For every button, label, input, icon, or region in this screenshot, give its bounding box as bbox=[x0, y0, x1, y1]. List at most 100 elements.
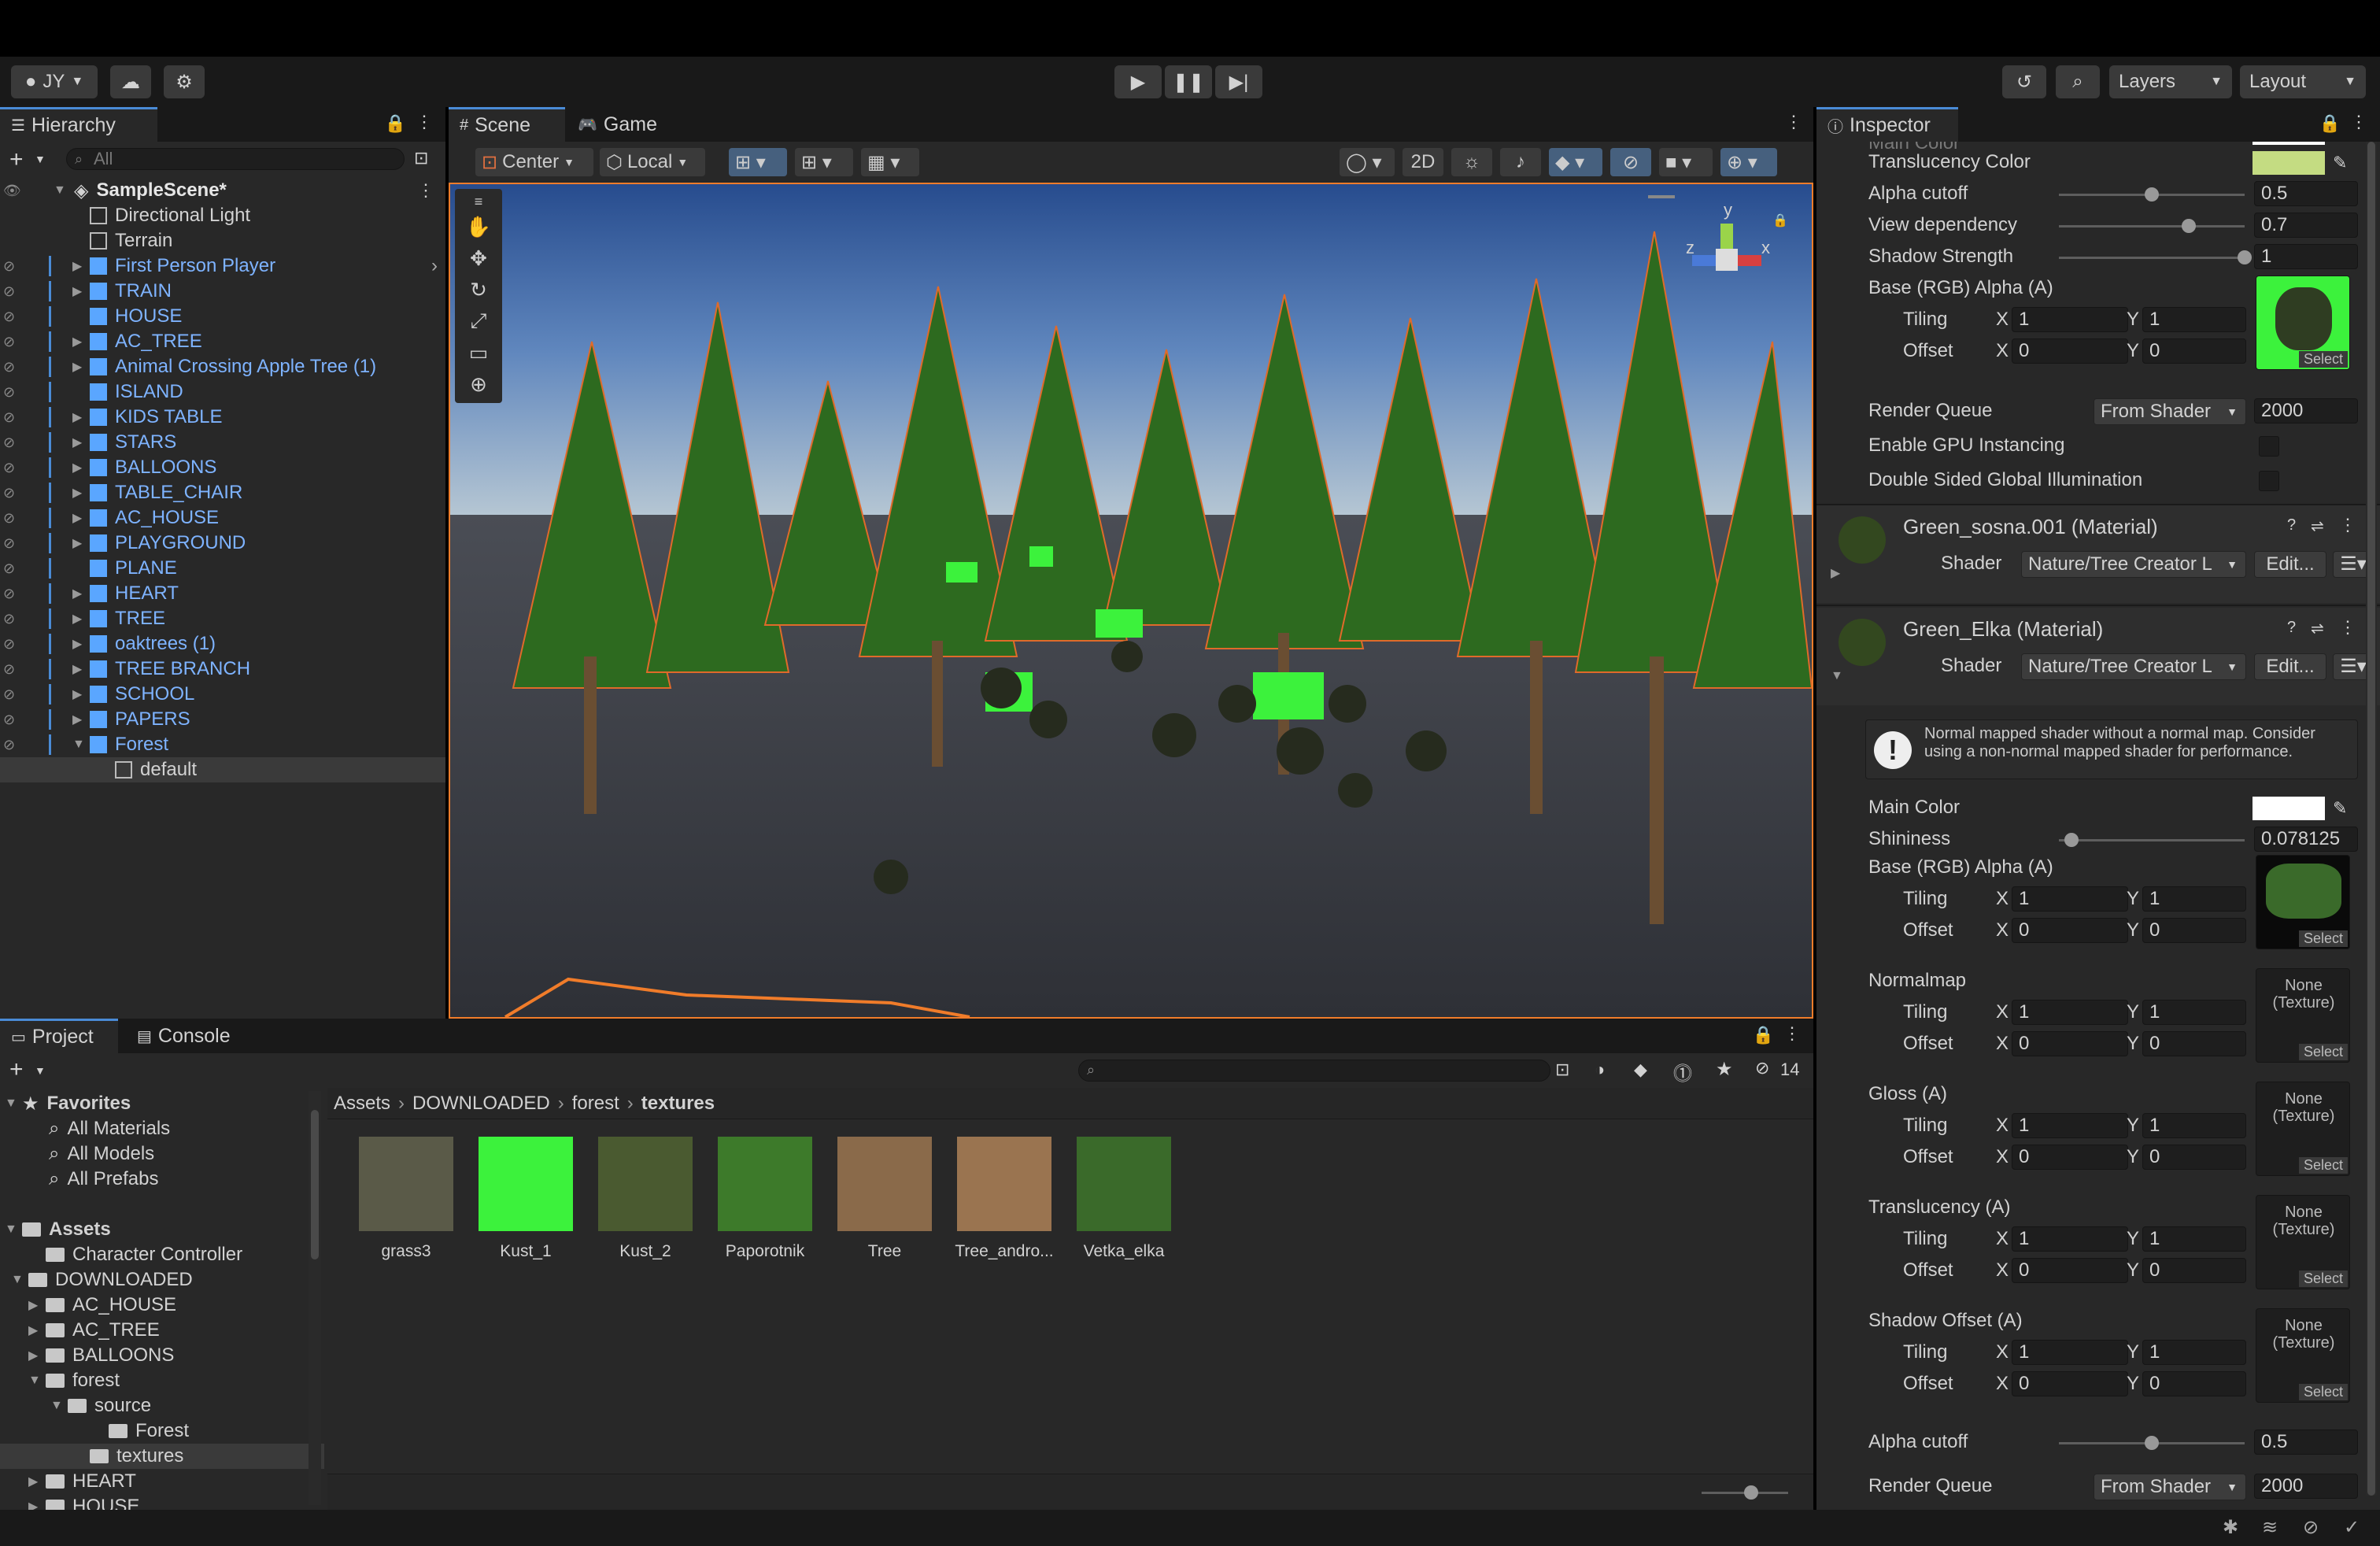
translucency-texture-slot[interactable]: None (Texture) Select bbox=[2256, 1195, 2350, 1289]
more-icon[interactable]: ⋮ bbox=[1783, 1023, 1801, 1044]
folder-item[interactable]: ▼ forest bbox=[0, 1368, 324, 1393]
tiling-x-field[interactable]: 1 bbox=[2012, 307, 2128, 332]
render-queue-dropdown[interactable]: From Shader ▼ bbox=[2094, 398, 2246, 425]
offset-x-field[interactable]: 0 bbox=[2012, 918, 2128, 943]
breadcrumb-item[interactable]: textures bbox=[641, 1093, 715, 1115]
2d-toggle[interactable]: 2D bbox=[1402, 148, 1443, 176]
gizmo-center[interactable] bbox=[1716, 249, 1738, 271]
folder-item[interactable]: ▶ BALLOONS bbox=[0, 1343, 324, 1368]
view-dependency-field[interactable]: 0.7 bbox=[2254, 213, 2358, 238]
hidden-eye-icon[interactable]: ⊘ bbox=[3, 712, 15, 728]
collapse-icon[interactable]: ▼ bbox=[5, 1097, 22, 1111]
hidden-eye-icon[interactable]: ⊘ bbox=[3, 435, 15, 451]
edit-shader-button[interactable]: Edit... bbox=[2254, 551, 2326, 578]
scene-viewport[interactable]: ≡ ✋ ✥ ↻ ⤢ ▭ ⊕ y x z 🔒 bbox=[449, 183, 1813, 1019]
help-icon[interactable]: ? bbox=[2287, 619, 2296, 637]
grid-snap-toggle[interactable]: ⊞ ▾ bbox=[729, 148, 787, 176]
expand-icon[interactable]: ▶ bbox=[72, 712, 90, 727]
assets-row[interactable]: ▼ Assets bbox=[0, 1217, 324, 1242]
gizmos-dropdown[interactable]: ⊕ ▾ bbox=[1720, 148, 1777, 176]
expand-icon[interactable]: ▼ bbox=[11, 1273, 28, 1287]
audio-toggle[interactable]: ♪ bbox=[1500, 148, 1541, 176]
hierarchy-item[interactable]: ⊘ ▶ TREE BRANCH bbox=[0, 656, 445, 682]
label-filter-icon[interactable]: ◆ bbox=[1634, 1060, 1647, 1080]
tiling-y-field[interactable]: 1 bbox=[2142, 886, 2246, 912]
tab-scene[interactable]: # Scene bbox=[449, 107, 565, 142]
gloss-texture-slot[interactable]: None (Texture) Select bbox=[2256, 1082, 2350, 1176]
offset-x-field[interactable]: 0 bbox=[2012, 1145, 2128, 1170]
asset-item[interactable]: grass3 bbox=[351, 1137, 461, 1261]
expand-icon[interactable]: ▼ bbox=[54, 183, 71, 198]
expand-icon[interactable]: ▶ bbox=[72, 535, 90, 551]
hierarchy-item[interactable]: ⊘ ▶ AC_TREE bbox=[0, 329, 445, 354]
offset-y-field[interactable]: 0 bbox=[2142, 1371, 2246, 1396]
lighting-toggle[interactable]: ☼ bbox=[1451, 148, 1492, 176]
hidden-eye-icon[interactable]: ⊘ bbox=[3, 636, 15, 653]
rect-tool-icon[interactable]: ▭ bbox=[460, 337, 497, 368]
pivot-center-dropdown[interactable]: ⊡ Center ▼ bbox=[475, 148, 593, 176]
hierarchy-item[interactable]: ⊘ ▶ PAPERS bbox=[0, 707, 445, 732]
expand-icon[interactable]: ▼ bbox=[72, 738, 90, 752]
folder-item[interactable]: ▶ HEART bbox=[0, 1469, 324, 1494]
favorites-row[interactable]: ▼ ★ Favorites bbox=[0, 1091, 324, 1116]
hierarchy-item[interactable]: ⊘ ▶ TABLE_CHAIR bbox=[0, 480, 445, 505]
more-icon[interactable]: ⋮ bbox=[416, 112, 433, 132]
hierarchy-item[interactable]: ⊘ ▶ SCHOOL bbox=[0, 682, 445, 707]
folder-item[interactable]: ▶ AC_HOUSE bbox=[0, 1293, 324, 1318]
hidden-eye-icon[interactable]: ⊘ bbox=[3, 560, 15, 577]
add-icon[interactable]: + bbox=[9, 1056, 24, 1083]
main-color-swatch[interactable] bbox=[2252, 797, 2325, 820]
expand-icon[interactable]: ▶ bbox=[72, 611, 90, 627]
view-dependency-knob[interactable] bbox=[2182, 219, 2197, 233]
expand-icon[interactable]: ▶ bbox=[28, 1499, 46, 1510]
hierarchy-item[interactable]: Directional Light bbox=[0, 203, 445, 228]
zoom-slider-knob[interactable] bbox=[1744, 1485, 1758, 1500]
shadow-strength-slider[interactable] bbox=[2059, 257, 2245, 259]
camera-dropdown[interactable]: ■ ▾ bbox=[1659, 148, 1713, 176]
hidden-eye-icon[interactable]: ⊘ bbox=[3, 384, 15, 401]
favorite-item[interactable]: ⌕ All Prefabs bbox=[0, 1167, 324, 1192]
render-queue-field[interactable]: 2000 bbox=[2254, 1474, 2358, 1499]
type-filter-icon[interactable]: ◑ bbox=[1595, 1060, 1605, 1080]
collapse-icon[interactable]: ▼ bbox=[5, 1222, 22, 1237]
tiling-y-field[interactable]: 1 bbox=[2142, 307, 2246, 332]
expand-icon[interactable]: ▶ bbox=[72, 283, 90, 299]
more-icon[interactable]: ⋮ bbox=[2350, 112, 2367, 132]
shininess-knob[interactable] bbox=[2064, 833, 2079, 847]
offset-x-field[interactable]: 0 bbox=[2012, 338, 2128, 364]
drag-handle-icon[interactable]: ≡ bbox=[460, 192, 497, 211]
edit-shader-button[interactable]: Edit... bbox=[2254, 653, 2326, 680]
lock-icon[interactable]: 🔒 bbox=[385, 113, 406, 134]
shader-dropdown[interactable]: Nature/Tree Creator L ▼ bbox=[2021, 551, 2246, 578]
hierarchy-item[interactable]: Terrain bbox=[0, 228, 445, 253]
increment-snap-toggle[interactable]: ▦ ▾ bbox=[861, 148, 919, 176]
offset-x-field[interactable]: 0 bbox=[2012, 1258, 2128, 1283]
hierarchy-item[interactable]: ⊘ HOUSE bbox=[0, 304, 445, 329]
hierarchy-item[interactable]: ⊘ ▶ PLAYGROUND bbox=[0, 531, 445, 556]
tiling-x-field[interactable]: 1 bbox=[2012, 1113, 2128, 1138]
alpha-cutoff-field[interactable]: 0.5 bbox=[2254, 181, 2358, 206]
shininess-slider[interactable] bbox=[2059, 839, 2245, 841]
history-button[interactable]: ↺ bbox=[2002, 65, 2046, 98]
hidden-objects-toggle[interactable]: ⊘ bbox=[1610, 148, 1651, 176]
expand-icon[interactable]: ▶ bbox=[72, 409, 90, 425]
select-button[interactable]: Select bbox=[2298, 930, 2348, 947]
scale-tool-icon[interactable]: ⤢ bbox=[460, 305, 497, 337]
hidden-eye-icon[interactable]: ⊘ bbox=[3, 586, 15, 602]
hidden-eye-icon[interactable]: ⊘ bbox=[3, 409, 15, 426]
hierarchy-item[interactable]: ⊘ ▶ KIDS TABLE bbox=[0, 405, 445, 430]
folder-item[interactable]: ▶ HOUSE bbox=[0, 1494, 324, 1510]
breadcrumb-item[interactable]: forest bbox=[572, 1093, 619, 1115]
hierarchy-item[interactable]: ⊘ PLANE bbox=[0, 556, 445, 581]
hierarchy-item[interactable]: ⊘ ▼ Forest bbox=[0, 732, 445, 757]
more-icon[interactable]: ⋮ bbox=[2339, 515, 2356, 535]
orientation-gizmo[interactable]: y x z 🔒 bbox=[1678, 200, 1788, 302]
folder-tree-scrollbar[interactable] bbox=[309, 1091, 321, 1505]
progress-check-icon[interactable]: ✓ bbox=[2344, 1516, 2360, 1539]
expand-icon[interactable]: ▶ bbox=[1831, 565, 1840, 581]
tiling-x-field[interactable]: 1 bbox=[2012, 886, 2128, 912]
tiling-x-field[interactable]: 1 bbox=[2012, 1340, 2128, 1365]
breadcrumb-item[interactable]: DOWNLOADED bbox=[412, 1093, 550, 1115]
hierarchy-item[interactable]: ⊘ ISLAND bbox=[0, 379, 445, 405]
offset-x-field[interactable]: 0 bbox=[2012, 1031, 2128, 1056]
